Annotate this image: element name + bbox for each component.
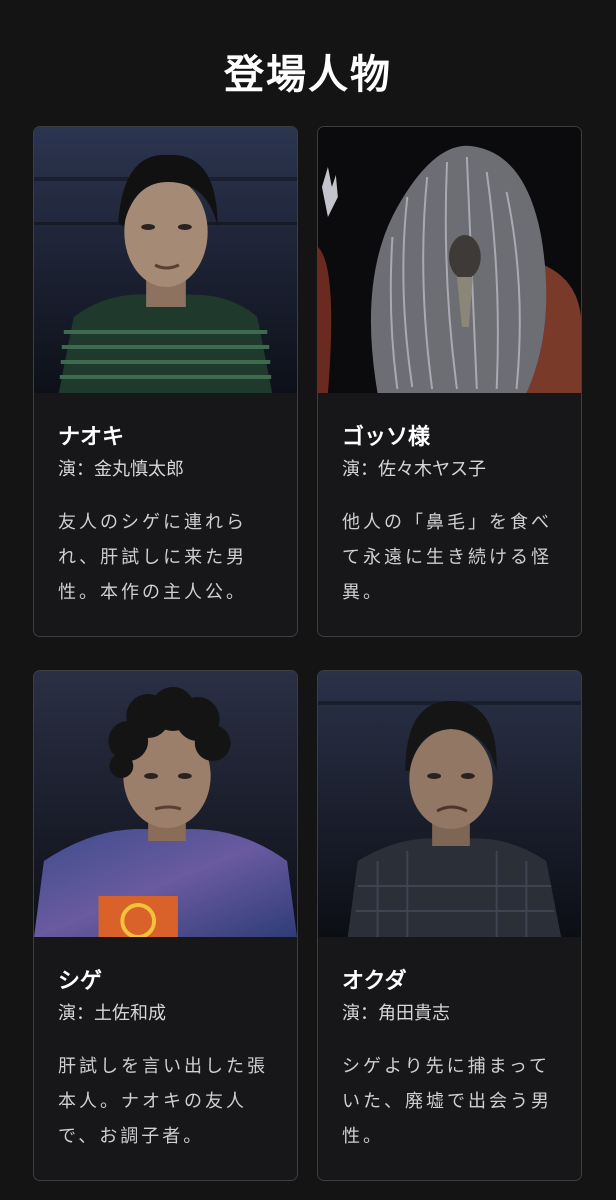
character-name: オクダ (342, 969, 407, 994)
character-actor: 演：金丸慎太郎 (58, 459, 184, 480)
character-description: 友人のシゲに連れられ、肝試しに来た男性。本作の主人公。 (58, 512, 248, 603)
character-card-naoki[interactable]: ナオキ 演：金丸慎太郎 友人のシゲに連れられ、肝試しに来た男性。本作の主人公。 (33, 126, 298, 637)
naoki-photo (34, 127, 297, 393)
gosso-photo (318, 127, 581, 393)
character-name: シゲ (58, 969, 103, 994)
character-actor: 演：佐々木ヤス子 (342, 459, 486, 480)
character-card-okuda[interactable]: オクダ 演：角田貴志 シゲより先に捕まっていた、廃墟で出会う男性。 (317, 670, 582, 1181)
page-title: 登場人物 (224, 50, 392, 98)
shige-photo (34, 671, 297, 937)
character-name: ゴッソ様 (342, 425, 431, 450)
character-actor: 演：角田貴志 (342, 1003, 450, 1024)
character-description: 他人の「鼻毛」を食べて永遠に生き続ける怪異。 (342, 512, 552, 603)
character-actor: 演：土佐和成 (58, 1003, 166, 1024)
character-description: 肝試しを言い出した張本人。ナオキの友人で、お調子者。 (58, 1056, 268, 1147)
character-card-shige[interactable]: シゲ 演：土佐和成 肝試しを言い出した張本人。ナオキの友人で、お調子者。 (33, 670, 298, 1181)
okuda-photo (318, 671, 581, 937)
character-card-gosso[interactable]: ゴッソ様 演：佐々木ヤス子 他人の「鼻毛」を食べて永遠に生き続ける怪異。 (317, 126, 582, 637)
character-name: ナオキ (58, 425, 125, 450)
character-description: シゲより先に捕まっていた、廃墟で出会う男性。 (342, 1056, 552, 1147)
